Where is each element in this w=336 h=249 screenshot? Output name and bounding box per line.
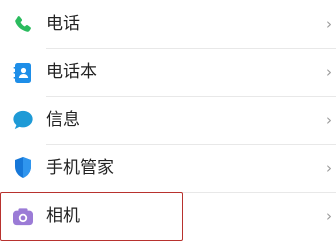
settings-item-label: 手机管家 (46, 158, 114, 178)
chevron-right-icon: › (326, 63, 332, 81)
settings-item-label: 电话 (46, 14, 80, 34)
chevron-right-icon: › (326, 159, 332, 177)
selection-highlight-box (0, 192, 183, 241)
settings-item-messages[interactable]: 信息 › (0, 97, 336, 145)
phone-icon (11, 13, 34, 36)
message-bubble-icon (11, 108, 34, 131)
chevron-right-icon: › (326, 207, 332, 225)
settings-item-label: 电话本 (46, 62, 97, 82)
settings-item-phone-manager[interactable]: 手机管家 › (0, 145, 336, 193)
settings-item-phone[interactable]: 电话 › (0, 0, 336, 48)
contacts-book-icon (11, 61, 34, 84)
settings-item-label: 信息 (46, 110, 80, 130)
settings-item-contacts[interactable]: 电话本 › (0, 49, 336, 97)
settings-list: 电话 › 电话本 › 信息 › 手机管家 › 相机 › (0, 0, 336, 249)
shield-icon (11, 156, 34, 179)
chevron-right-icon: › (326, 111, 332, 129)
chevron-right-icon: › (326, 15, 332, 33)
